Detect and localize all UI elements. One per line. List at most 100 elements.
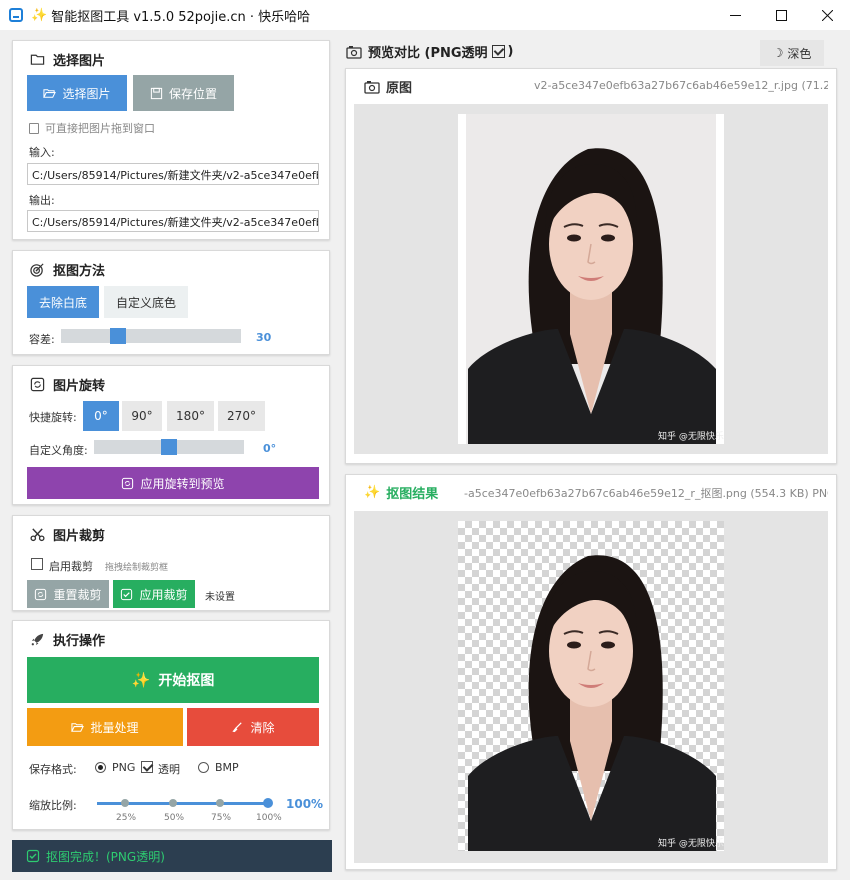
scale-25-dot[interactable] (121, 799, 129, 807)
dark-theme-label: 深色 (787, 46, 812, 61)
status-bar: 抠图完成！(PNG透明) (12, 840, 332, 872)
rotate-270-button[interactable]: 270° (218, 401, 265, 431)
crop-drag-hint: 拖拽绘制裁剪框 (105, 563, 169, 573)
broom-icon (231, 721, 244, 734)
original-image-panel: 原图 v2-a5ce347e0efb63a27b67c6ab46e59e12_r… (345, 68, 837, 464)
maximize-icon (775, 9, 787, 21)
apply-rotation-button[interactable]: 应用旋转到预览 (27, 467, 319, 499)
reset-crop-label: 重置裁剪 (53, 587, 102, 602)
photo-icon (346, 45, 362, 59)
rotate-panel: 图片旋转 快捷旋转: 0° 90° 180° 270° 自定义角度: 0° 应用… (12, 365, 330, 505)
apply-crop-label: 应用裁剪 (139, 587, 188, 602)
custom-angle-slider-thumb[interactable] (161, 439, 177, 455)
rotate-0-label: 0° (94, 409, 108, 423)
moon-icon: ☽ (772, 46, 784, 60)
result-title-text: 抠图结果 (386, 487, 439, 502)
drag-hint: 可直接把图片拖到窗口 (29, 120, 155, 136)
rotate-title: 图片旋转 (29, 375, 105, 394)
format-label: 保存格式: (29, 763, 77, 776)
minimize-icon (729, 14, 741, 16)
result-photo: 知乎 @无限快乐 (458, 521, 724, 851)
rotate-icon (29, 377, 45, 393)
panel-title-text: 选择图片 (53, 54, 106, 69)
window-title: 智能抠图工具 v1.5.0 52pojie.cn · 快乐哈哈 (51, 9, 311, 25)
drag-hint-text: 可直接把图片拖到窗口 (45, 122, 155, 135)
original-title-text: 原图 (386, 81, 413, 96)
panel-title-text: 抠图方法 (53, 264, 106, 279)
custom-bg-label: 自定义底色 (115, 295, 176, 310)
portrait-image (466, 114, 716, 444)
bmp-radio[interactable] (198, 762, 209, 773)
png-transparent-check-icon (491, 45, 505, 58)
minimize-button[interactable] (712, 0, 758, 30)
tolerance-slider-thumb[interactable] (110, 328, 126, 344)
remove-white-button[interactable]: 去除白底 (27, 286, 99, 318)
transparent-checkbox[interactable] (141, 761, 153, 773)
png-radio[interactable] (95, 762, 106, 773)
apply-crop-button[interactable]: 应用裁剪 (113, 580, 195, 608)
rocket-icon (29, 632, 45, 648)
input-path-field[interactable]: C:/Users/85914/Pictures/新建文件夹/v2-a5ce347… (27, 163, 319, 185)
save-disk-icon (150, 87, 163, 100)
folder-open-icon (43, 87, 57, 100)
reset-crop-button[interactable]: 重置裁剪 (27, 580, 109, 608)
output-path-field[interactable]: C:/Users/85914/Pictures/新建文件夹/v2-a5ce347… (27, 210, 319, 232)
panel-title-text: 图片旋转 (53, 379, 106, 394)
select-image-label: 选择图片 (62, 86, 111, 101)
sparkle-icon: ✨ (131, 671, 151, 689)
sparkle-icon: ✨ (364, 485, 381, 500)
folder-icon (29, 52, 45, 68)
method-title: 抠图方法 (29, 260, 105, 279)
result-file-info: -a5ce347e0efb63a27b67c6ab46e59e12_r_抠图.p… (464, 487, 828, 500)
rotate-90-button[interactable]: 90° (122, 401, 162, 431)
scale-tick-100: 100% (256, 813, 282, 823)
scale-label: 缩放比例: (29, 799, 77, 812)
crop-panel: 图片裁剪 启用裁剪 拖拽绘制裁剪框 重置裁剪 应用裁剪 未设置 (12, 515, 330, 611)
panel-title-text: 执行操作 (53, 634, 106, 649)
tolerance-slider[interactable] (61, 328, 241, 344)
photo-icon (364, 80, 380, 94)
output-label: 输出: (29, 194, 55, 207)
apply-rotation-label: 应用旋转到预览 (140, 476, 225, 491)
original-watermark: 知乎 @无限快乐 (658, 432, 724, 442)
rotate-270-label: 270° (227, 409, 256, 423)
original-image-area: 知乎 @无限快乐 (354, 104, 828, 454)
start-matting-button[interactable]: ✨ 开始抠图 (27, 657, 319, 703)
scale-50-dot[interactable] (169, 799, 177, 807)
batch-process-button[interactable]: 批量处理 (27, 708, 183, 746)
close-button[interactable] (804, 0, 850, 30)
save-location-button[interactable]: 保存位置 (133, 75, 234, 111)
input-label: 输入: (29, 146, 55, 159)
original-photo: 知乎 @无限快乐 (458, 114, 724, 444)
enable-crop-checkbox[interactable] (31, 558, 43, 570)
remove-white-label: 去除白底 (38, 295, 87, 310)
method-panel: 抠图方法 去除白底 自定义底色 容差: 30 (12, 250, 330, 355)
batch-process-label: 批量处理 (90, 720, 139, 735)
clear-button[interactable]: 清除 (187, 708, 319, 746)
crop-title: 图片裁剪 (29, 525, 105, 544)
rotate-0-button[interactable]: 0° (83, 401, 119, 431)
scale-75-dot[interactable] (216, 799, 224, 807)
select-image-panel: 选择图片 选择图片 保存位置 可直接把图片拖到窗口 输入: C:/Users/8… (12, 40, 330, 240)
rotate-90-label: 90° (131, 409, 153, 423)
enable-crop-label: 启用裁剪 (49, 560, 93, 573)
result-image-panel: ✨ 抠图结果 -a5ce347e0efb63a27b67c6ab46e59e12… (345, 474, 837, 870)
custom-angle-slider[interactable] (94, 439, 244, 455)
original-file-info: v2-a5ce347e0efb63a27b67c6ab46e59e12_r.jp… (534, 79, 828, 92)
bmp-label: BMP (215, 761, 239, 774)
rotate-180-button[interactable]: 180° (167, 401, 214, 431)
dark-theme-button[interactable]: ☽ 深色 (760, 40, 824, 66)
action-title: 执行操作 (29, 630, 105, 649)
check-square-icon (26, 849, 40, 863)
transparent-label: 透明 (158, 763, 180, 776)
scale-100-dot[interactable] (263, 798, 273, 808)
crop-status: 未设置 (205, 592, 235, 603)
maximize-button[interactable] (758, 0, 804, 30)
preview-header: 预览对比 (PNG透明 ) (346, 42, 514, 61)
select-image-button[interactable]: 选择图片 (27, 75, 127, 111)
tolerance-label: 容差: (29, 333, 55, 346)
close-icon (821, 9, 833, 21)
custom-angle-label: 自定义角度: (29, 444, 88, 457)
quick-rotate-label: 快捷旋转: (29, 411, 77, 424)
custom-bg-button[interactable]: 自定义底色 (104, 286, 188, 318)
